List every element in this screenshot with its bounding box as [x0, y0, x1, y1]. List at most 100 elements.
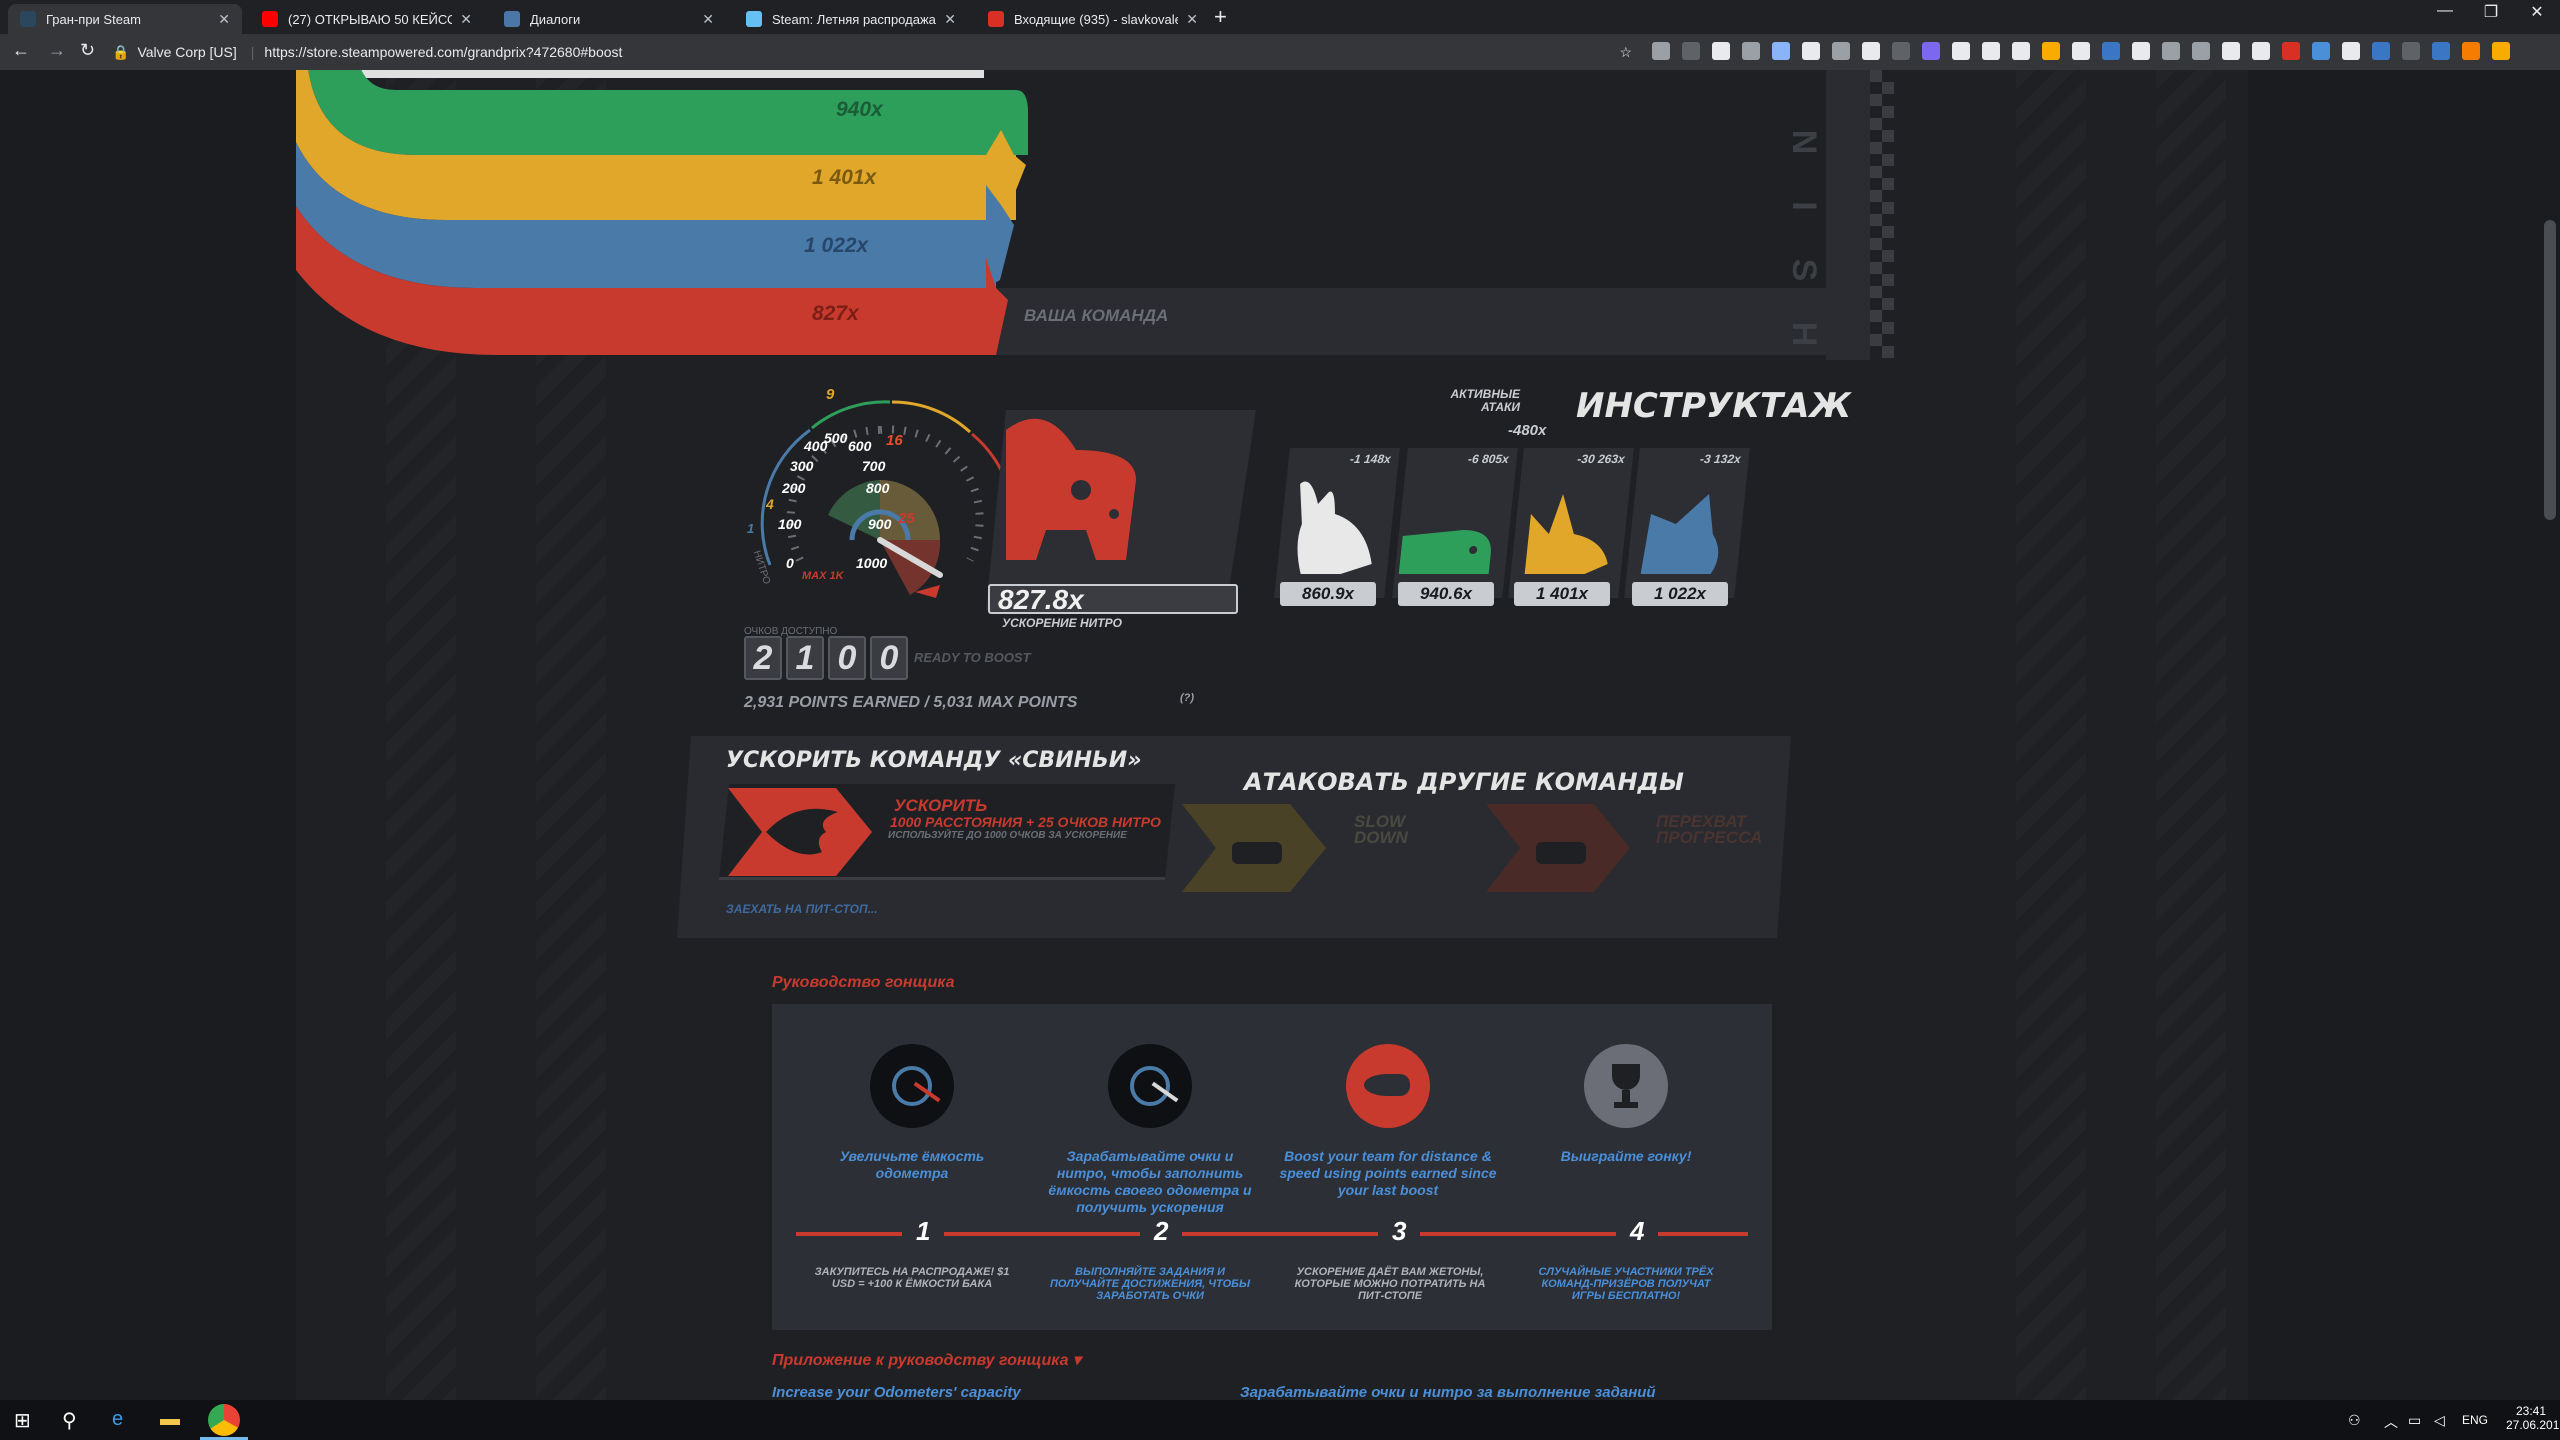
step-sub[interactable]: ВЫПОЛНЯЙТЕ ЗАДАНИЯ И ПОЛУЧАЙТЕ ДОСТИЖЕНИ…	[1050, 1266, 1250, 1302]
guide-link-points[interactable]: Зарабатывайте очки и нитро за выполнение…	[1240, 1384, 1656, 1400]
new-tab-button[interactable]: +	[1214, 4, 1227, 30]
extension-icon[interactable]	[2342, 42, 2360, 60]
tab-vk-dialogs[interactable]: Диалоги ✕	[492, 4, 726, 34]
team-card-rabbit[interactable]: -1 148x	[1274, 448, 1400, 598]
team-attack-value: -6 805x	[1467, 452, 1510, 466]
help-icon[interactable]: (?)	[1180, 692, 1194, 704]
extension-icon[interactable]	[2072, 42, 2090, 60]
tab-gmail[interactable]: Входящие (935) - slavkovalevskiy ✕	[976, 4, 1210, 34]
team-attack-value: -30 263x	[1576, 452, 1626, 466]
odometer-icon	[870, 1044, 954, 1128]
attack-heading: АТАКОВАТЬ ДРУГИЕ КОМАНДЫ	[1244, 768, 1684, 796]
volume-icon[interactable]: ◁	[2434, 1412, 2445, 1429]
extension-icon[interactable]	[1682, 42, 1700, 60]
slow-down-button[interactable]	[1180, 802, 1330, 894]
step-number: 3	[1378, 1216, 1421, 1247]
restore-button[interactable]: ❐	[2468, 2, 2514, 22]
people-icon[interactable]: ⚇	[2348, 1412, 2361, 1429]
team-card-cat[interactable]: -3 132x	[1624, 448, 1750, 598]
extension-icon[interactable]	[2012, 42, 2030, 60]
extension-icon[interactable]	[2462, 42, 2480, 60]
extension-icon[interactable]	[1802, 42, 1820, 60]
bookmark-star-icon[interactable]: ☆	[1619, 44, 1632, 61]
extension-icon[interactable]	[2432, 42, 2450, 60]
rabbit-icon	[1297, 481, 1372, 574]
extension-icon[interactable]	[1862, 42, 1880, 60]
extension-icon[interactable]	[1712, 42, 1730, 60]
steal-progress-label: ПЕРЕХВАТ ПРОГРЕССА	[1656, 812, 1763, 847]
tray-chevron-icon[interactable]: ︿	[2384, 1412, 2398, 1432]
max-label: MAX 1K	[802, 570, 844, 582]
tab-steam-grandprix[interactable]: Гран-при Steam ✕	[8, 4, 242, 34]
guide-step-4: Выиграйте гонку!	[1516, 1044, 1736, 1165]
extension-icon[interactable]	[2132, 42, 2150, 60]
extension-icon[interactable]	[2042, 42, 2060, 60]
team-card-turtle[interactable]: -6 805x	[1392, 448, 1518, 598]
forward-icon[interactable]: →	[48, 40, 66, 61]
language-indicator[interactable]: ENG	[2462, 1413, 2488, 1427]
scrollbar-thumb[interactable]	[2544, 220, 2556, 520]
green-lane	[308, 70, 1016, 155]
close-window-button[interactable]: ✕	[2514, 2, 2560, 22]
url-text: https://store.steampowered.com/grandprix…	[264, 44, 623, 60]
lane-value: 940x	[836, 98, 883, 121]
extension-icon[interactable]	[2252, 42, 2270, 60]
extension-icon[interactable]	[2402, 42, 2420, 60]
extension-icon[interactable]	[2102, 42, 2120, 60]
extension-icon[interactable]	[2312, 42, 2330, 60]
search-icon[interactable]: ⚲	[62, 1408, 77, 1433]
steam-icon	[20, 11, 36, 27]
reload-icon[interactable]: ↻	[80, 40, 95, 61]
steal-progress-button[interactable]	[1484, 802, 1634, 894]
extension-icon[interactable]	[1952, 42, 1970, 60]
extension-icon[interactable]	[2372, 42, 2390, 60]
close-tab-icon[interactable]: ✕	[218, 11, 230, 28]
step-number: 1	[902, 1216, 945, 1247]
my-team-value-box: 827.8x	[988, 584, 1238, 615]
back-icon[interactable]: ←	[12, 40, 30, 61]
tab-title: Гран-при Steam	[46, 11, 141, 27]
pit-stop-link[interactable]: ЗАЕХАТЬ НА ПИТ-СТОП...	[726, 902, 878, 916]
step-sub[interactable]: СЛУЧАЙНЫЕ УЧАСТНИКИ ТРЁХ КОМАНД-ПРИЗЁРОВ…	[1526, 1266, 1726, 1302]
file-explorer-icon[interactable]: ▬	[160, 1408, 180, 1431]
windows-start-icon[interactable]: ⊞	[14, 1408, 31, 1433]
lane-value: 1 401x	[812, 166, 877, 189]
close-tab-icon[interactable]: ✕	[460, 11, 472, 28]
chrome-icon[interactable]	[208, 1404, 240, 1436]
guide-step-3: Boost your team for distance & speed usi…	[1278, 1044, 1498, 1199]
briefing-title[interactable]: ИНСТРУКТАЖ	[1576, 386, 1851, 426]
guide-appendix-toggle[interactable]: Приложение к руководству гонщика ▾	[772, 1350, 1081, 1370]
extension-icon[interactable]	[1922, 42, 1940, 60]
extension-icon[interactable]	[2222, 42, 2240, 60]
extension-icon[interactable]	[2282, 42, 2300, 60]
extension-icon[interactable]	[1652, 42, 1670, 60]
close-tab-icon[interactable]: ✕	[944, 11, 956, 28]
guide-link-odometer[interactable]: Increase your Odometers' capacity	[772, 1384, 1021, 1400]
lock-icon: 🔒	[112, 43, 130, 60]
close-tab-icon[interactable]: ✕	[1186, 11, 1198, 28]
tab-youtube[interactable]: (27) ОТКРЫВАЮ 50 КЕЙСОВ С Н ✕	[250, 4, 484, 34]
extension-icon[interactable]	[1742, 42, 1760, 60]
my-team-value: 827.8x	[998, 584, 1084, 615]
step-sub: УСКОРЕНИЕ ДАЁТ ВАМ ЖЕТОНЫ, КОТОРЫЕ МОЖНО…	[1294, 1266, 1486, 1302]
minimize-button[interactable]: —	[2422, 2, 2468, 20]
ready-to-boost-label: READY TO BOOST	[914, 650, 1031, 665]
extension-icon[interactable]	[2492, 42, 2510, 60]
site-identity: Valve Corp [US]	[137, 44, 237, 60]
extension-icon[interactable]	[2162, 42, 2180, 60]
edge-icon[interactable]: e	[112, 1408, 123, 1431]
extension-icon[interactable]	[1772, 42, 1790, 60]
clock[interactable]: 23:41 27.06.2019	[2506, 1404, 2560, 1432]
slow-down-label: SLOW DOWN	[1354, 812, 1408, 847]
extension-icon[interactable]	[2192, 42, 2210, 60]
address-bar[interactable]: 🔒 Valve Corp [US] | https://store.steamp…	[112, 40, 1642, 64]
extension-icon[interactable]	[1892, 42, 1910, 60]
extension-icon[interactable]	[1832, 42, 1850, 60]
extension-icon[interactable]	[1982, 42, 2000, 60]
finish-letters: N I S H	[1785, 129, 1823, 347]
network-icon[interactable]: ▭	[2408, 1412, 2421, 1429]
nitro-boost-caption: УСКОРЕНИЕ НИТРО	[1002, 616, 1122, 630]
team-card-fox[interactable]: -30 263x	[1508, 448, 1634, 598]
close-tab-icon[interactable]: ✕	[702, 11, 714, 28]
tab-steam-sale[interactable]: Steam: Летняя распродажа 201 ✕	[734, 4, 968, 34]
